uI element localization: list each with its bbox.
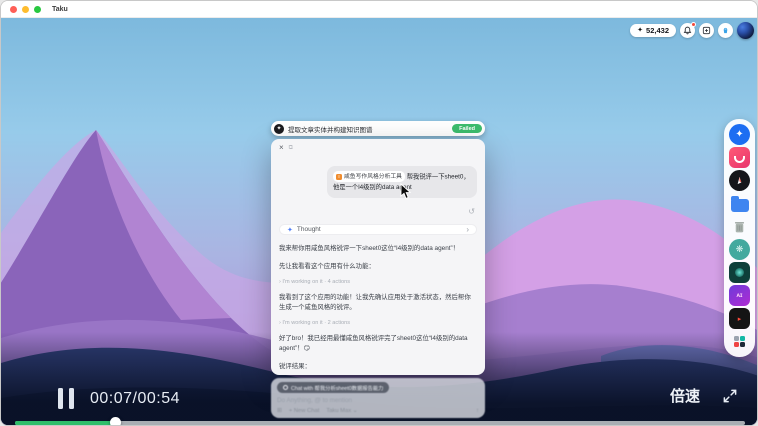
composer-toolbar: ⊞ + New Chat Taku Max ⌄ ↑ (277, 408, 479, 414)
context-chip[interactable]: Chat with 帮我分析sheet0数据报告能力 (277, 382, 390, 393)
dock-item-folder[interactable] (729, 193, 750, 214)
model-selector[interactable]: Taku Max ⌄ (326, 408, 357, 414)
pause-button[interactable] (58, 388, 74, 409)
agent-chat-window: ✦ 提取文章实体并构建知识图谱 Failed × ⧉ ≡ 咸鱼写作风格分析工具 … (271, 121, 485, 418)
mouse-cursor (400, 183, 412, 200)
purple-app-icon: ᴀɪ (736, 292, 743, 299)
new-chat-button[interactable]: + New Chat (289, 408, 319, 414)
plus-square-icon (702, 26, 711, 35)
task-status-badge: Failed (452, 124, 482, 133)
app-window: Taku ✦ 52,432 ✦ ❋ ᴀɪ ▸ ✦ 提取文章实体并构建知识图谱 F… (0, 0, 758, 426)
time-display: 00:07/00:54 (90, 389, 181, 407)
tool-chip[interactable]: ≡ 咸鱼写作风格分析工具 (333, 171, 405, 183)
add-button[interactable] (699, 23, 714, 38)
fullscreen-icon[interactable] (721, 387, 739, 405)
status-cluster: ✦ 52,432 (630, 22, 754, 39)
window-title: Taku (52, 5, 68, 13)
assistant-paragraph: 锐评结果： (279, 362, 311, 370)
document-icon: ≡ (336, 173, 342, 180)
black-red-app-icon: ▸ (737, 315, 742, 323)
action-step-toggle[interactable]: › I'm working on it · 4 actions (279, 279, 477, 285)
dock-item-dark-teal-app[interactable] (729, 262, 750, 283)
close-window-button[interactable] (10, 5, 17, 13)
dock-item-app-grid[interactable] (729, 331, 750, 352)
seek-bar-fill (15, 420, 116, 425)
chevron-right-icon: › (466, 225, 469, 235)
window-titlebar: Taku (1, 1, 757, 18)
credits-pill[interactable]: ✦ 52,432 (630, 24, 676, 37)
action-step-toggle[interactable]: › I'm working on it · 2 actions (279, 320, 477, 326)
sparkle-icon: ✦ (287, 226, 293, 234)
folder-icon (730, 195, 749, 212)
thought-toggle[interactable]: ✦ Thought › (279, 224, 477, 236)
user-avatar[interactable] (737, 22, 754, 39)
seek-bar[interactable] (15, 417, 745, 425)
teal-pattern-icon: ❋ (735, 244, 744, 254)
task-logo-icon: ✦ (274, 123, 284, 134)
notification-badge (691, 22, 696, 27)
notifications-button[interactable] (680, 22, 696, 38)
chat-input-placeholder[interactable]: Do Anything, @ to mention (277, 397, 479, 404)
shopping-smile-icon (729, 147, 750, 168)
zoom-window-button[interactable] (34, 5, 41, 13)
ai-sparkle-icon: ✦ (735, 129, 744, 140)
dock-item-black-app[interactable]: ▸ (729, 308, 750, 329)
seek-handle[interactable] (110, 417, 121, 425)
assistant-paragraph: 先让我看看这个应用有什么功能： (279, 263, 375, 271)
video-player[interactable]: ✦ 52,432 ✦ ❋ ᴀɪ ▸ ✦ 提取文章实体并构建知识图谱 Failed… (1, 18, 757, 425)
blue-app-icon (723, 27, 728, 34)
credits-value: 52,432 (646, 26, 669, 35)
app-grid-icon (734, 336, 745, 347)
app-dock: ✦ ❋ ᴀɪ ▸ (724, 119, 755, 357)
minimize-window-button[interactable] (22, 5, 29, 13)
retry-row: ↺ (468, 201, 475, 219)
grid-icon[interactable]: ⊞ (277, 408, 282, 414)
speed-button[interactable]: 倍速 (670, 385, 700, 406)
caret-down-icon: ⌄ (352, 408, 358, 414)
dock-item-browser[interactable] (729, 170, 750, 191)
context-chip-label: Chat with 帮我分析sheet0数据报告能力 (291, 385, 384, 392)
task-title: 提取文章实体并构建知识图谱 (288, 126, 373, 134)
trash-icon (734, 221, 745, 232)
dock-item-shopping[interactable] (729, 147, 750, 168)
right-playback-controls: 倍速 (670, 385, 739, 406)
playback-controls: 00:07/00:54 (58, 388, 180, 409)
dock-item-teal-app[interactable]: ❋ (729, 239, 750, 260)
dock-item-purple-app[interactable]: ᴀɪ (729, 285, 750, 306)
close-icon[interactable]: × (279, 144, 284, 152)
dock-item-ai-sparkle[interactable]: ✦ (729, 124, 750, 145)
task-pill[interactable]: ✦ 提取文章实体并构建知识图谱 Failed (271, 121, 485, 136)
retry-icon[interactable]: ↺ (468, 207, 475, 216)
sparkle-icon: ✦ (637, 27, 644, 34)
chat-composer[interactable]: Chat with 帮我分析sheet0数据报告能力 Do Anything, … (271, 378, 485, 418)
app-shortcut-button[interactable] (718, 23, 733, 38)
assistant-paragraph: 我来帮你用咸鱼风格锐评一下sheet0这位“l4级别的data agent”！ (279, 245, 460, 253)
context-chip-icon (283, 385, 288, 390)
expand-icon[interactable]: ⧉ (289, 145, 293, 151)
chat-card: × ⧉ ≡ 咸鱼写作风格分析工具 帮我锐评一下sheet0，他是一个l4级别的d… (271, 139, 485, 375)
dark-teal-glow-icon (729, 262, 750, 283)
bell-icon (683, 26, 692, 35)
assistant-paragraph: 好了bro！我已经用最懂咸鱼风格锐评完了sheet0这位“l4级别的data a… (279, 334, 468, 352)
compass-icon (729, 170, 750, 191)
thought-label: Thought (296, 226, 321, 234)
assistant-paragraph: 我看到了这个应用的功能！让我先确认应用处于激活状态，然后帮你生成一个咸鱼风格的锐… (279, 294, 471, 312)
send-icon[interactable]: ↑ (476, 408, 479, 414)
tool-chip-label: 咸鱼写作风格分析工具 (344, 173, 402, 180)
dock-item-trash[interactable] (729, 216, 750, 237)
chat-card-header: × ⧉ (279, 144, 477, 152)
